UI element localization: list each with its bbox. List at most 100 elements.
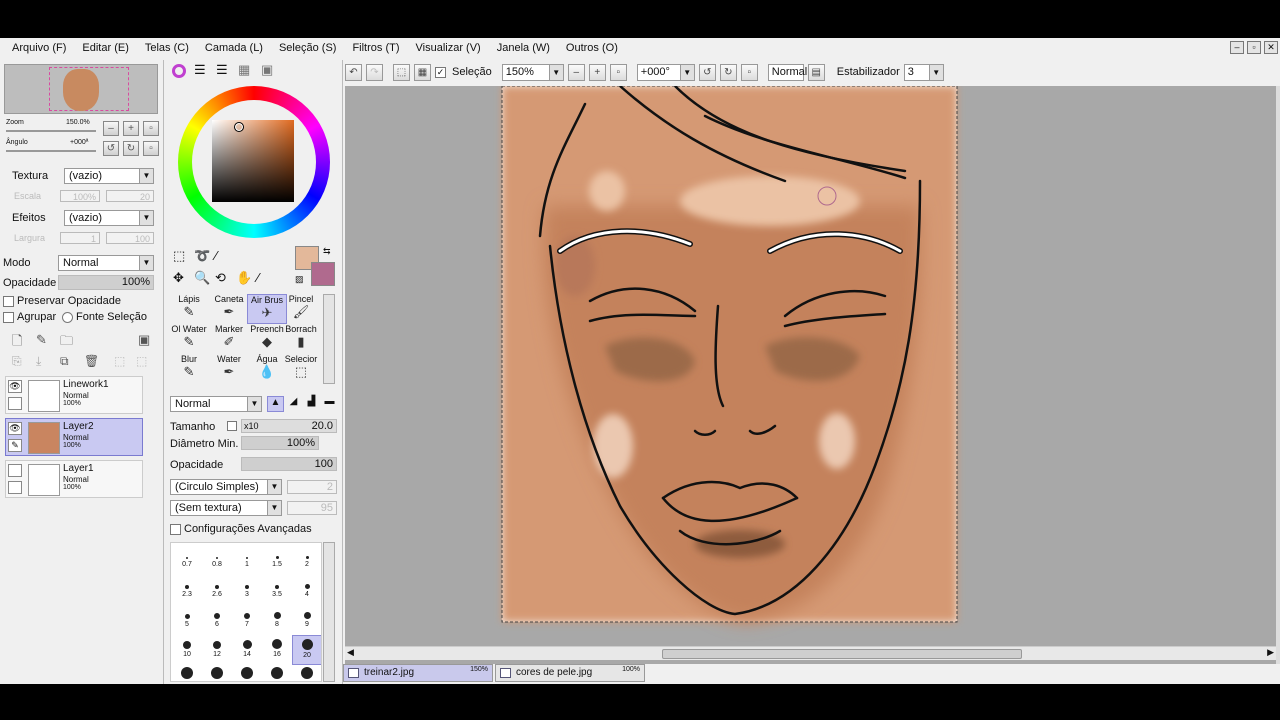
tool-oil-water[interactable]: Ol Water ✎ — [169, 324, 209, 354]
rotate-left-button[interactable]: ↺ — [103, 141, 119, 156]
rotate-cw-icon[interactable]: ↻ — [719, 63, 737, 81]
color-wheel[interactable] — [178, 86, 330, 238]
checkbox-box[interactable] — [170, 523, 181, 535]
undo-icon[interactable]: ↶ — [345, 63, 362, 81]
layer-opacity-slider[interactable]: 100% — [58, 275, 154, 290]
saturation-value-square[interactable] — [212, 120, 294, 202]
zoom-fit-icon[interactable]: ▫ — [609, 63, 627, 81]
size-multiplier-checkbox[interactable] — [227, 421, 237, 431]
hsv-slider-mode-icon[interactable]: ☰ — [216, 62, 228, 78]
navigator-preview[interactable] — [4, 64, 158, 114]
new-linework-icon[interactable]: ✎ — [36, 332, 47, 348]
tool-blur[interactable]: Blur ✎ — [169, 354, 209, 384]
menu-arquivo[interactable]: Arquivo (F) — [4, 38, 74, 58]
zoom-out-icon[interactable]: – — [567, 63, 585, 81]
zoom-select[interactable]: 150% ▼ — [501, 63, 564, 81]
checkbox-box[interactable] — [3, 311, 14, 323]
brush-size-5[interactable]: 5 — [172, 605, 202, 635]
zoom-slider[interactable] — [6, 130, 96, 132]
menu-outros[interactable]: Outros (O) — [558, 38, 626, 58]
fill-layer-icon[interactable]: ⬚ — [136, 354, 147, 368]
delete-layer-icon[interactable]: 🗑 — [84, 354, 99, 368]
zoom-reset-button[interactable]: ▫ — [143, 121, 159, 136]
brush-shape-select[interactable]: (Circulo Simples) ▼ — [170, 479, 282, 495]
merge-down-icon[interactable]: ⧉ — [60, 354, 69, 369]
brush-size-12[interactable]: 12 — [202, 635, 232, 665]
brush-size-1[interactable]: 1 — [232, 545, 262, 575]
zoom-icon[interactable]: 🔍 — [194, 270, 210, 286]
brush-size-35[interactable]: 35 — [232, 665, 262, 681]
zoom-in-icon[interactable]: + — [588, 63, 606, 81]
vertical-scrollbar[interactable] — [1276, 86, 1280, 682]
rotate-ccw-icon[interactable]: ↺ — [698, 63, 716, 81]
brush-size-14[interactable]: 14 — [232, 635, 262, 665]
drawing-canvas[interactable] — [345, 86, 1276, 646]
brush-size-2-6[interactable]: 2.6 — [202, 575, 232, 605]
blend-mode-select[interactable]: Normal ▼ — [58, 255, 154, 271]
effects-select[interactable]: (vazio) ▼ — [64, 210, 154, 226]
brush-size-10[interactable]: 10 — [172, 635, 202, 665]
menu-selecao[interactable]: Seleção (S) — [271, 38, 344, 58]
edge-flat-icon[interactable]: ▬ — [321, 396, 338, 412]
maximize-button[interactable]: ▫ — [1247, 41, 1261, 54]
menu-visualizar[interactable]: Visualizar (V) — [408, 38, 489, 58]
brush-texture-select[interactable]: (Sem textura) ▼ — [170, 500, 282, 516]
edge-mid-icon[interactable]: ◢ — [285, 396, 302, 412]
swap-colors-icon[interactable]: ⇆ — [323, 246, 331, 257]
group-checkbox[interactable]: Agrupar — [3, 311, 56, 323]
layer-item[interactable]: 👁 Linework1 Normal 100% — [5, 376, 143, 414]
brush-size-7[interactable]: 7 — [232, 605, 262, 635]
brush-size-20[interactable]: 20 — [292, 635, 321, 665]
new-folder-icon[interactable]: 🗀 — [60, 332, 73, 354]
horizontal-scrollbar[interactable]: ◀ ▶ — [345, 646, 1276, 660]
brush-lock-icon[interactable]: ✎ — [8, 439, 22, 452]
zoom-out-button[interactable]: – — [103, 121, 119, 136]
brush-size-3-5[interactable]: 3.5 — [262, 575, 292, 605]
document-tab-active[interactable]: treinar2.jpg 150% — [343, 664, 493, 682]
tool-watercolor[interactable]: Water ✒ — [209, 354, 249, 384]
lasso-icon[interactable]: ➰ — [194, 248, 210, 264]
magic-wand-icon[interactable]: ⁄ — [215, 248, 217, 263]
angle-slider[interactable] — [6, 150, 96, 152]
rotate-reset-button[interactable]: ▫ — [143, 141, 159, 156]
canvas-viewport[interactable] — [345, 86, 1276, 682]
rgb-slider-mode-icon[interactable]: ☰ — [194, 62, 206, 78]
copy-layer-icon[interactable]: ⎘ — [12, 354, 22, 369]
invert-selection-icon[interactable]: ▦ — [414, 63, 431, 81]
brush-size-6[interactable]: 6 — [202, 605, 232, 635]
brush-size-50[interactable]: 50 — [292, 665, 321, 681]
layer-lock-toggle[interactable] — [8, 481, 22, 494]
menu-editar[interactable]: Editar (E) — [74, 38, 136, 58]
view-blend-select[interactable]: Normal — [767, 63, 807, 81]
brush-size-9[interactable]: 9 — [292, 605, 321, 635]
swatch-mode-icon[interactable]: ▦ — [238, 62, 250, 78]
layer-item-selected[interactable]: 👁 ✎ Layer2 Normal 100% — [5, 418, 143, 456]
brush-size-2[interactable]: 2 — [292, 545, 321, 575]
brush-size-2-3[interactable]: 2.3 — [172, 575, 202, 605]
brush-size-16[interactable]: 16 — [262, 635, 292, 665]
checkbox-box[interactable] — [3, 295, 14, 307]
brush-size-40[interactable]: 40 — [262, 665, 292, 681]
document-tab[interactable]: cores de pele.jpg 100% — [495, 664, 645, 682]
angle-select[interactable]: +000° ▼ — [636, 63, 695, 81]
scroll-left-icon[interactable]: ◀ — [347, 647, 354, 658]
eyedropper-icon[interactable]: ⁄ — [257, 270, 259, 285]
tool-brush[interactable]: Pincel 🖌 — [281, 294, 321, 324]
minimize-button[interactable]: – — [1230, 41, 1244, 54]
selection-visible-checkbox[interactable]: ✓ Seleção — [435, 66, 492, 78]
scratchpad-mode-icon[interactable]: ▣ — [261, 62, 273, 78]
redo-icon[interactable]: ↷ — [366, 63, 383, 81]
clear-layer-icon[interactable]: ⬚ — [114, 354, 125, 368]
menu-filtros[interactable]: Filtros (T) — [344, 38, 407, 58]
flip-view-icon[interactable]: ▤ — [807, 63, 825, 81]
layer-lock-toggle[interactable] — [8, 397, 22, 410]
layer-item[interactable]: Layer1 Normal 100% — [5, 460, 143, 498]
scroll-right-icon[interactable]: ▶ — [1267, 647, 1274, 658]
brush-size-3[interactable]: 3 — [232, 575, 262, 605]
checkbox-checked[interactable]: ✓ — [435, 66, 446, 78]
brush-grid-scrollbar[interactable] — [323, 542, 335, 682]
layer-mask-icon[interactable]: ▣ — [138, 332, 150, 348]
rotate-icon[interactable]: ⟲ — [215, 270, 226, 286]
color-wheel-mode-icon[interactable] — [172, 64, 186, 78]
new-layer-icon[interactable]: 🗋 — [12, 332, 22, 354]
